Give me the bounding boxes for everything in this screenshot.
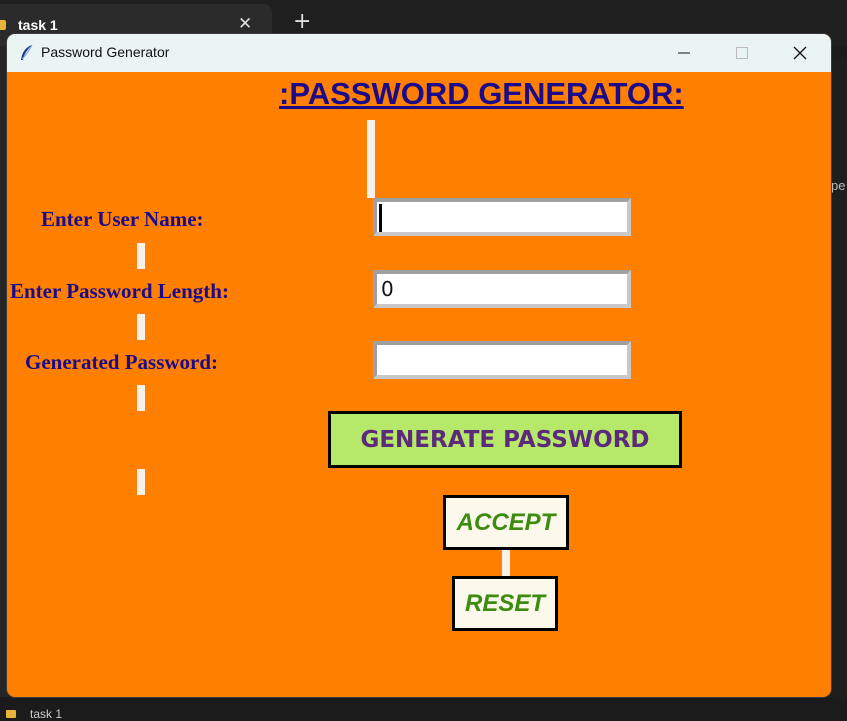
minimize-icon bbox=[678, 52, 690, 54]
generate-password-button[interactable]: GENERATE PASSWORD bbox=[328, 411, 682, 468]
spacer-bar bbox=[137, 469, 145, 495]
generated-password-field[interactable] bbox=[373, 341, 631, 379]
window-title: Password Generator bbox=[41, 44, 170, 60]
accept-button[interactable]: ACCEPT bbox=[443, 495, 569, 550]
app-content: :PASSWORD GENERATOR: Enter User Name: En… bbox=[7, 72, 831, 697]
password-generator-window: Password Generator :PASSWORD GENERATOR: … bbox=[7, 34, 831, 697]
spacer-bar bbox=[367, 120, 375, 198]
maximize-icon bbox=[736, 47, 748, 59]
text-cursor bbox=[379, 204, 382, 232]
spacer-bar bbox=[137, 243, 145, 269]
spacer-bar bbox=[137, 385, 145, 411]
editor-text-fragment: pe bbox=[831, 178, 846, 193]
generated-password-label: Generated Password: bbox=[25, 350, 219, 374]
spacer-bar bbox=[502, 550, 510, 576]
reset-button[interactable]: RESET bbox=[452, 576, 558, 631]
close-icon bbox=[793, 46, 807, 60]
feather-icon bbox=[21, 44, 33, 60]
editor-tab-title: task 1 bbox=[18, 17, 58, 33]
maximize-button[interactable] bbox=[713, 34, 771, 72]
tab-close-icon[interactable]: ✕ bbox=[238, 14, 252, 34]
password-length-input[interactable] bbox=[373, 270, 631, 308]
folder-icon bbox=[0, 20, 6, 30]
new-tab-icon[interactable]: + bbox=[293, 9, 311, 34]
spacer-bar bbox=[137, 314, 145, 340]
explorer-item-label[interactable]: task 1 bbox=[30, 707, 62, 721]
close-button[interactable] bbox=[771, 34, 829, 72]
editor-bottom-bar: task 1 bbox=[0, 697, 847, 721]
password-length-label: Enter Password Length: bbox=[10, 279, 229, 303]
editor-right-pane: pe bbox=[831, 60, 847, 717]
minimize-button[interactable] bbox=[655, 34, 713, 72]
window-titlebar[interactable]: Password Generator bbox=[7, 34, 831, 72]
page-title: :PASSWORD GENERATOR: bbox=[279, 76, 684, 111]
username-label: Enter User Name: bbox=[41, 207, 204, 231]
username-input[interactable] bbox=[373, 198, 631, 236]
